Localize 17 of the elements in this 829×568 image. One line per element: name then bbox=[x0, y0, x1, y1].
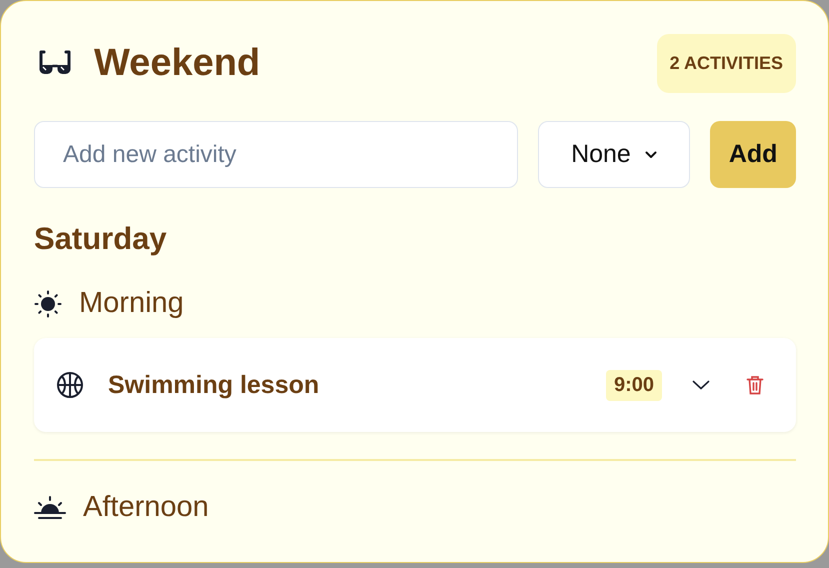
activity-input-field[interactable]: Add new activity bbox=[34, 121, 518, 188]
chevron-down-icon bbox=[644, 150, 657, 158]
list-title: Weekend bbox=[94, 42, 260, 84]
sun-icon bbox=[34, 290, 62, 318]
time-tag: 9:00 bbox=[606, 370, 662, 400]
chevron-down-icon bbox=[692, 380, 710, 390]
add-button[interactable]: Add bbox=[710, 121, 796, 188]
sunset-icon bbox=[34, 494, 66, 520]
activity-name: Swimming lesson bbox=[108, 370, 320, 400]
trash-icon bbox=[746, 375, 764, 395]
period-dropdown[interactable]: None bbox=[538, 121, 690, 188]
day-heading: Saturday bbox=[34, 221, 168, 257]
basketball-icon bbox=[56, 371, 84, 399]
period-heading: Morning bbox=[79, 287, 184, 320]
period-heading: Afternoon bbox=[83, 491, 209, 524]
sunglasses-icon bbox=[38, 50, 72, 76]
activity-count-badge: 2 ACTIVITIES bbox=[656, 34, 796, 92]
